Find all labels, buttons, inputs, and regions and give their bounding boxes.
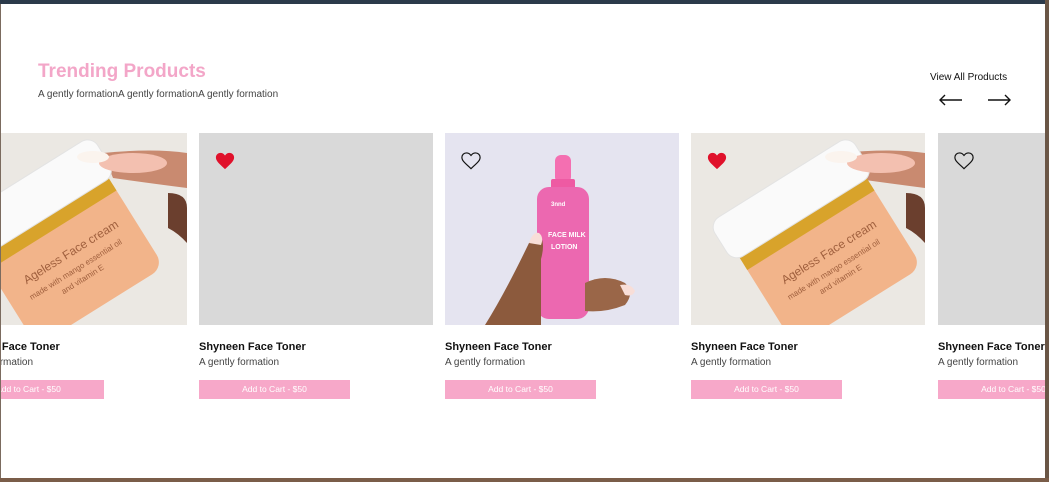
lotion-label-text: FACE MILK: [548, 232, 586, 239]
lotion-label-text-2: LOTION: [551, 244, 577, 251]
window-right-edge: [1045, 0, 1049, 482]
add-to-cart-button[interactable]: Add to Cart - $50: [1, 380, 104, 399]
product-description: A gently formation: [691, 357, 772, 368]
product-image[interactable]: [199, 133, 433, 325]
favorite-button[interactable]: [460, 150, 482, 170]
arrow-right-icon: [988, 94, 1011, 106]
favorite-button[interactable]: [214, 150, 236, 170]
add-to-cart-button[interactable]: Add to Cart - $50: [691, 380, 842, 399]
carousel-next-button[interactable]: [986, 92, 1012, 108]
carousel-prev-button[interactable]: [938, 92, 964, 108]
favorite-button[interactable]: [953, 150, 975, 170]
product-name[interactable]: Shyneen Face Toner: [691, 341, 798, 353]
product-card[interactable]: Shyneen Face Toner A gently formation Ad…: [199, 133, 433, 473]
arrow-left-icon: [939, 94, 962, 106]
heart-filled-icon: [215, 152, 235, 170]
product-description: A gently formation: [0, 357, 34, 368]
add-to-cart-button[interactable]: Add to Cart - $50: [445, 380, 596, 399]
product-name[interactable]: Shyneen Face Toner: [1, 341, 60, 353]
product-image[interactable]: Ageless Face cream made with mango essen…: [691, 133, 925, 325]
product-image[interactable]: [938, 133, 1045, 325]
heart-outline-icon: [954, 152, 974, 170]
section-subtitle: A gently formationA gently formationA ge…: [38, 89, 279, 100]
product-description: A gently formation: [938, 357, 1019, 368]
product-card[interactable]: Shyneen Face Toner A gently formation Ad…: [938, 133, 1045, 473]
product-description: A gently formation: [199, 357, 280, 368]
window-bottom-edge: [0, 478, 1049, 482]
add-to-cart-button[interactable]: Add to Cart - $50: [938, 380, 1045, 399]
trending-products-section: Trending Products A gently formationA ge…: [0, 4, 1045, 478]
product-image[interactable]: 3nnd FACE MILK LOTION: [445, 133, 679, 325]
section-title: Trending Products: [38, 61, 206, 82]
product-card[interactable]: 3nnd FACE MILK LOTION Shyneen Face Toner…: [445, 133, 679, 473]
product-image[interactable]: Ageless Face cream made with mango essen…: [1, 133, 187, 325]
product-card[interactable]: Ageless Face cream made with mango essen…: [0, 133, 187, 473]
view-all-products-link[interactable]: View All Products: [930, 72, 1007, 83]
product-name[interactable]: Shyneen Face Toner: [199, 341, 306, 353]
product-name[interactable]: Shyneen Face Toner: [445, 341, 552, 353]
heart-outline-icon: [461, 152, 481, 170]
add-to-cart-button[interactable]: Add to Cart - $50: [199, 380, 350, 399]
favorite-button[interactable]: [706, 150, 728, 170]
lotion-brand-text: 3nnd: [551, 202, 566, 208]
face-cream-jar-photo: Ageless Face cream made with mango essen…: [1, 133, 187, 325]
product-name[interactable]: Shyneen Face Toner: [938, 341, 1045, 353]
product-card[interactable]: Ageless Face cream made with mango essen…: [691, 133, 925, 473]
product-description: A gently formation: [445, 357, 526, 368]
heart-filled-icon: [707, 152, 727, 170]
